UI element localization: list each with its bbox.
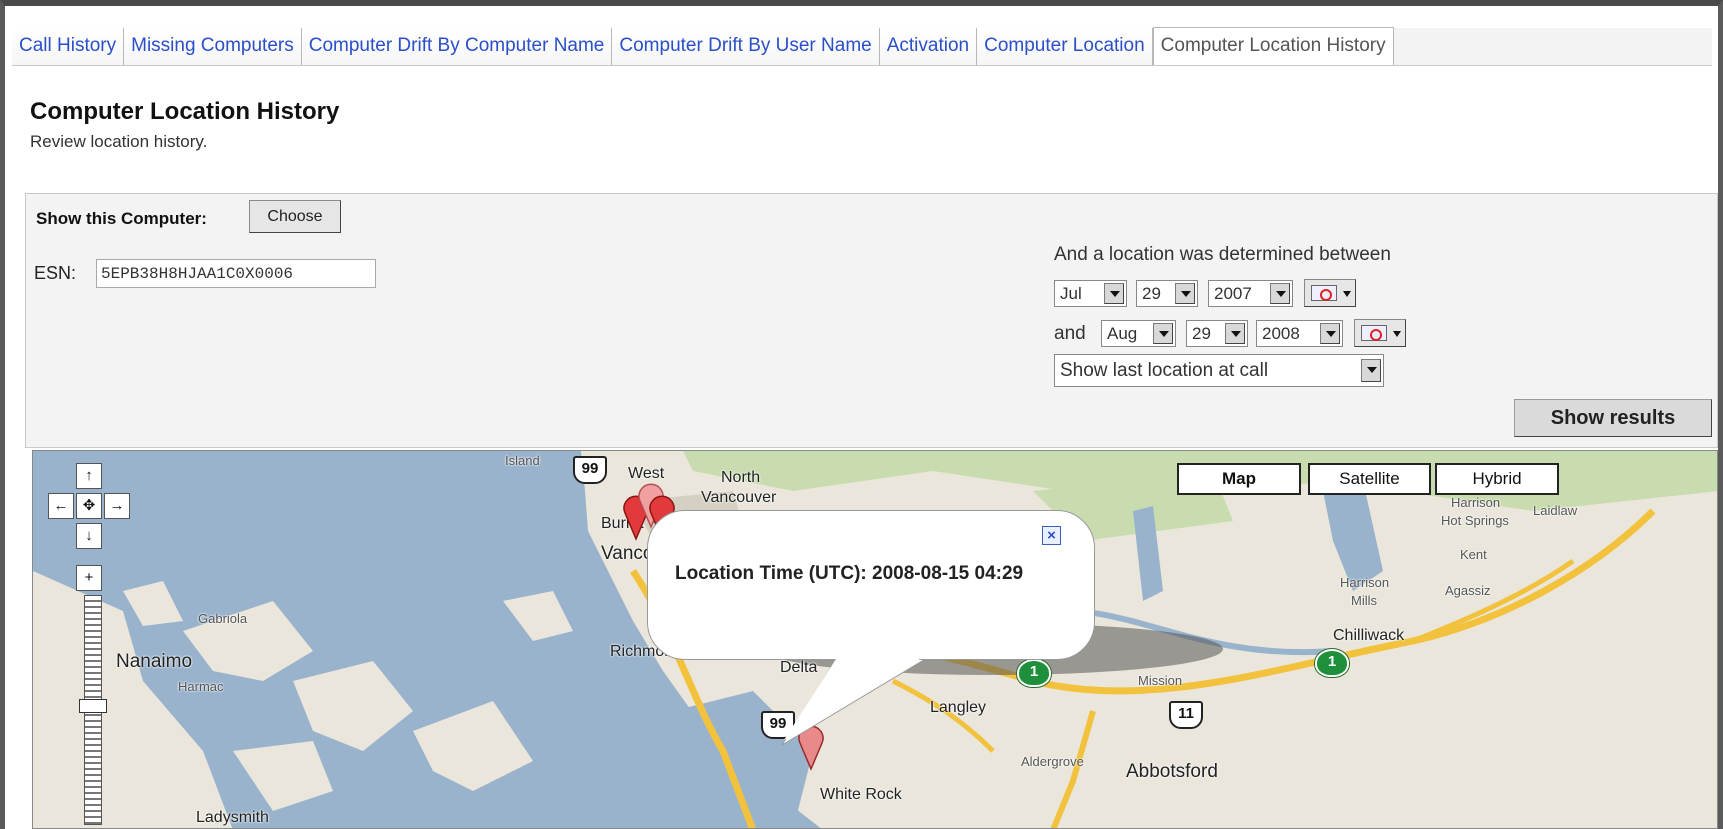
map-label-vancouver-north: Vancouver — [701, 489, 777, 506]
map-type-satellite-button[interactable]: Satellite — [1308, 463, 1431, 495]
popup-location-time: Location Time (UTC): 2008-08-15 04:29 — [675, 563, 1024, 584]
and-label: and — [1054, 323, 1086, 344]
map-label-mission: Mission — [1138, 673, 1183, 688]
map-label-delta: Delta — [780, 659, 818, 676]
location-mode-select[interactable]: Show last location at call — [1054, 354, 1384, 387]
tab-computer-drift-by-user-name[interactable]: Computer Drift By User Name — [612, 28, 880, 65]
calendar-icon — [1311, 285, 1337, 301]
esn-input[interactable] — [96, 259, 376, 288]
map-label-white-rock: White Rock — [820, 786, 902, 803]
from-month-select[interactable]: Jul — [1054, 280, 1127, 307]
highway-shield-11: 11 — [1169, 701, 1203, 729]
calendar-icon — [1361, 325, 1387, 341]
page-title: Computer Location History — [30, 98, 340, 125]
esn-label: ESN: — [34, 263, 77, 283]
map-label-langley: Langley — [930, 699, 987, 716]
dropdown-arrow-icon — [1270, 283, 1290, 304]
from-year-value: 2007 — [1214, 284, 1252, 303]
highway-shield-1: 1 — [1315, 649, 1349, 677]
to-day-select[interactable]: 29 — [1186, 320, 1248, 347]
tab-bar-filler — [1393, 28, 1712, 65]
choose-button[interactable]: Choose — [249, 200, 341, 233]
dropdown-arrow-icon — [1153, 323, 1173, 344]
tab-computer-drift-by-computer-name[interactable]: Computer Drift By Computer Name — [302, 28, 613, 65]
tab-computer-location-history[interactable]: Computer Location History — [1152, 27, 1394, 65]
show-computer-label: Show this Computer: — [36, 209, 207, 228]
to-year-select[interactable]: 2008 — [1256, 320, 1343, 347]
map-label-harrison-mills: Mills — [1351, 593, 1377, 608]
highway-shield-99: 99 — [573, 456, 607, 484]
map-label-ladysmith: Ladysmith — [196, 809, 269, 826]
map-label-harmac: Harmac — [178, 679, 224, 694]
chevron-down-icon — [1393, 331, 1401, 337]
show-results-button[interactable]: Show results — [1514, 399, 1712, 437]
map-label-gabriola: Gabriola — [198, 611, 248, 626]
dropdown-arrow-icon — [1225, 323, 1245, 344]
tab-call-history[interactable]: Call History — [12, 28, 125, 65]
tab-missing-computers[interactable]: Missing Computers — [124, 28, 302, 65]
page-subtitle: Review location history. — [30, 132, 208, 151]
pan-down-button[interactable]: ↓ — [76, 523, 102, 549]
location-mode-value: Show last location at call — [1060, 360, 1269, 381]
dropdown-arrow-icon — [1104, 283, 1124, 304]
map-label-harrison: Harrison — [1340, 575, 1390, 590]
pan-left-button[interactable]: ← — [48, 493, 74, 519]
map-label-chilliwack: Chilliwack — [1333, 627, 1405, 644]
map-label-hot-springs: Hot Springs — [1441, 513, 1509, 528]
dropdown-arrow-icon — [1361, 359, 1381, 382]
map-label-harrison-hot: Harrison — [1451, 495, 1501, 510]
map-label-kent: Kent — [1460, 547, 1487, 562]
location-popup: Location Time (UTC): 2008-08-15 04:29 — [647, 510, 1095, 746]
to-year-value: 2008 — [1262, 324, 1300, 343]
to-calendar-button[interactable] — [1354, 319, 1406, 347]
to-month-select[interactable]: Aug — [1101, 320, 1176, 347]
map-label-abbotsford: Abbotsford — [1126, 761, 1218, 782]
chevron-down-icon — [1343, 291, 1351, 297]
pan-up-button[interactable]: ↑ — [76, 463, 102, 489]
tab-bar: Call History Missing Computers Computer Dr… — [12, 27, 1712, 66]
popup-tail-fill — [784, 656, 925, 740]
map-label-nanaimo: Nanaimo — [116, 651, 193, 672]
from-day-select[interactable]: 29 — [1136, 280, 1198, 307]
to-day-value: 29 — [1192, 324, 1211, 343]
to-month-value: Aug — [1107, 324, 1138, 343]
dropdown-arrow-icon — [1175, 283, 1195, 304]
from-calendar-button[interactable] — [1304, 279, 1356, 307]
from-month-value: Jul — [1060, 284, 1082, 303]
highway-shield-1: 1 — [1017, 659, 1051, 687]
map-type-map-button[interactable]: Map — [1177, 463, 1301, 495]
tab-computer-location[interactable]: Computer Location — [977, 28, 1153, 65]
between-label: And a location was determined between — [1054, 244, 1391, 265]
from-year-select[interactable]: 2007 — [1208, 280, 1293, 307]
from-day-value: 29 — [1142, 284, 1161, 303]
pan-right-button[interactable]: → — [104, 493, 130, 519]
map-type-hybrid-button[interactable]: Hybrid — [1435, 463, 1559, 495]
filter-panel: Show this Computer: Choose ESN: And a lo… — [25, 193, 1718, 448]
pan-center-button[interactable]: ✥ — [76, 493, 102, 519]
map-label-aldergrove: Aldergrove — [1021, 754, 1084, 769]
zoom-in-button[interactable]: + — [76, 565, 102, 591]
tab-activation[interactable]: Activation — [880, 28, 978, 65]
map-label-laidlaw: Laidlaw — [1533, 503, 1578, 518]
map-label-north: North — [721, 469, 761, 486]
zoom-slider-thumb[interactable] — [79, 699, 107, 713]
map-label-agassiz: Agassiz — [1445, 583, 1491, 598]
dropdown-arrow-icon — [1320, 323, 1340, 344]
map-label-island: Island — [505, 453, 540, 468]
close-icon[interactable]: × — [1042, 526, 1061, 545]
